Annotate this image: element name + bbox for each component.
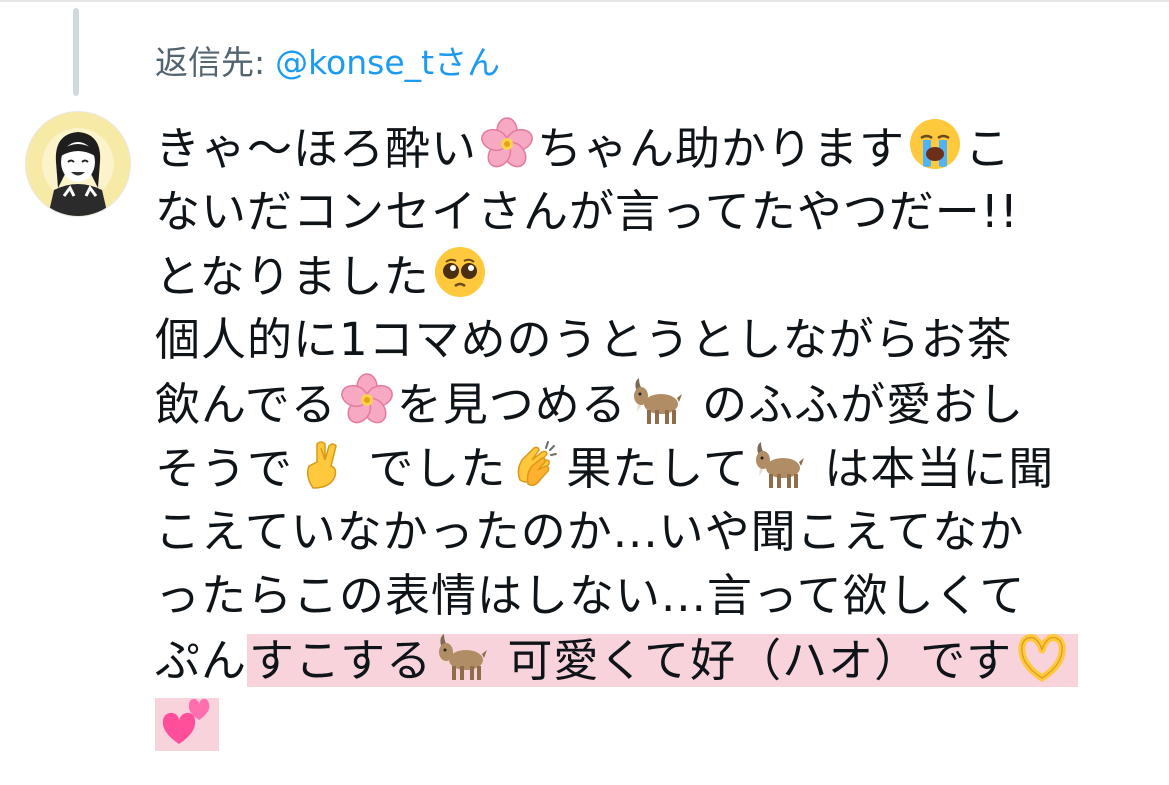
text-segment: 可愛くて好（ハオ）です xyxy=(492,634,1013,687)
text-segment: は本当に聞 xyxy=(808,442,1055,495)
loudly-crying-face-icon xyxy=(907,116,963,172)
goat-icon xyxy=(751,436,807,492)
text-segment: ちゃん助かります xyxy=(537,122,906,175)
text-segment: 飲んでる xyxy=(155,378,337,431)
top-divider xyxy=(0,0,1169,2)
text-segment: こ xyxy=(965,122,1012,175)
tweet-line: ったらこの表情はしない...言って欲しくて xyxy=(155,569,1026,622)
cherry-blossom-icon xyxy=(339,372,395,428)
tweet-line xyxy=(155,692,1145,756)
tweet-line: 飲んでる を見つめる のふふが愛おし xyxy=(155,372,1145,436)
text-segment: でした xyxy=(353,442,507,495)
text-segment: きゃ〜ほろ酔い xyxy=(155,122,478,175)
thread-connector-line xyxy=(73,8,79,96)
pleading-face-icon xyxy=(432,244,488,300)
goat-icon xyxy=(629,372,685,428)
cherry-blossom-icon xyxy=(479,116,535,172)
text-segment: のふふが愛おし xyxy=(686,378,1025,431)
heart-hands-icon xyxy=(1014,628,1070,684)
clapping-hands-icon xyxy=(508,436,564,492)
text-segment: 果たして xyxy=(566,442,749,495)
tweet-text: きゃ〜ほろ酔い ちゃん助かります こ ないだコンセイさんが言ってたやつだー!! とな… xyxy=(155,116,1145,756)
reply-to-label: 返信先: @konse_tさん xyxy=(155,40,500,86)
text-segment: そうで xyxy=(155,442,294,495)
tweet-line: 個人的に1コマめのうとうとしながらお茶 xyxy=(155,313,1013,366)
tweet-line: ぷんすこする 可愛くて好（ハオ）です xyxy=(155,628,1145,692)
text-segment: となりました xyxy=(155,250,430,303)
tweet-line: となりました xyxy=(155,244,1145,308)
reply-to-handle-link[interactable]: @konse_tさん xyxy=(275,43,500,82)
reply-to-prefix: 返信先: xyxy=(155,43,266,82)
text-segment: ぷん xyxy=(155,634,248,687)
text-segment: すこする xyxy=(249,634,433,687)
tweet-line: ないだコンセイさんが言ってたやつだー!! xyxy=(155,185,1019,238)
highlighted-text: すこする 可愛くて好（ハオ）です xyxy=(247,634,1079,687)
goat-icon xyxy=(434,628,490,684)
crossed-fingers-icon xyxy=(295,436,351,492)
highlighted-text xyxy=(155,698,219,751)
text-segment: を見つめる xyxy=(396,378,627,431)
two-hearts-icon xyxy=(159,692,215,748)
avatar[interactable] xyxy=(26,112,130,216)
tweet-line: きゃ〜ほろ酔い ちゃん助かります こ xyxy=(155,116,1145,180)
tweet-line: そうで でした 果たして は本当に聞 xyxy=(155,436,1145,500)
tweet-line: こえていなかったのか...いや聞こえてなか xyxy=(155,505,1025,558)
